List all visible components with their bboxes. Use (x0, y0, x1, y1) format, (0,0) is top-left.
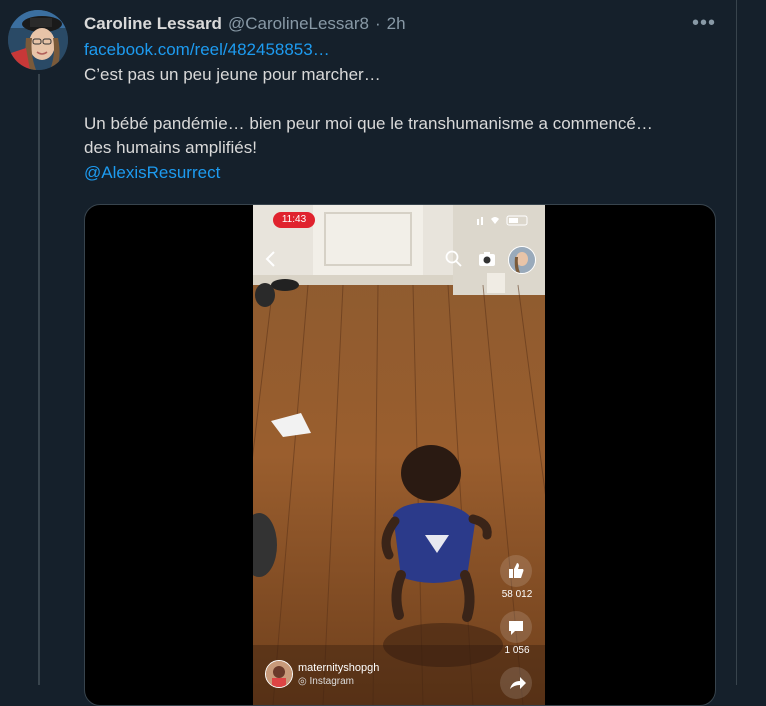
video-frame[interactable]: 11:43 58 012 1 056 maternityshopgh ◎ Ins… (253, 205, 545, 705)
status-icons (475, 213, 535, 227)
status-time-pill: 11:43 (273, 212, 315, 228)
column-border (736, 0, 737, 685)
like-icon (509, 563, 524, 578)
comment-button[interactable] (500, 611, 532, 643)
share-icon (510, 677, 526, 689)
more-options-button[interactable]: ••• (690, 12, 718, 34)
instagram-icon: ◎ (298, 676, 310, 687)
tweet-text-line-3: des humains amplifiés! (84, 138, 257, 157)
owner-source: ◎ Instagram (298, 676, 354, 687)
tweet-text-line-1: C’est pas un peu jeune pour marcher… (84, 64, 381, 84)
author-display-name[interactable]: Caroline Lessard (84, 14, 222, 34)
tweet-header: Caroline Lessard @CarolineLessar8 · 2h (84, 12, 406, 36)
more-icon: ••• (691, 12, 716, 34)
search-icon[interactable] (443, 248, 465, 270)
tweet-timestamp[interactable]: 2h (387, 14, 406, 34)
owner-avatar[interactable] (265, 660, 293, 688)
mention-link[interactable]: @AlexisResurrect (84, 161, 724, 186)
author-avatar[interactable] (8, 10, 68, 70)
comment-icon (509, 621, 523, 635)
tweet-text-spacer (84, 87, 724, 112)
separator-dot: · (375, 14, 381, 33)
profile-avatar-small[interactable] (508, 246, 536, 274)
owner-name[interactable]: maternityshopgh (298, 662, 379, 674)
share-button[interactable] (500, 667, 532, 699)
tweet-text: facebook.com/reel/482458853… C’est pas u… (84, 38, 724, 185)
comments-count: 1 056 (504, 645, 530, 656)
like-button[interactable] (500, 555, 532, 587)
tweet-video[interactable]: 11:43 58 012 1 056 maternityshopgh ◎ Ins… (84, 204, 716, 706)
thread-line (38, 74, 40, 685)
tweet-link[interactable]: facebook.com/reel/482458853… (84, 38, 724, 63)
wifi-icon (491, 217, 499, 224)
likes-count: 58 012 (501, 589, 533, 600)
author-handle[interactable]: @CarolineLessar8 (228, 14, 369, 34)
owner-source-label: Instagram (309, 676, 354, 687)
back-arrow-icon[interactable] (261, 249, 281, 269)
camera-icon[interactable] (476, 248, 498, 270)
tweet-text-line-2: Un bébé pandémie… bien peur moi que le t… (84, 113, 653, 133)
